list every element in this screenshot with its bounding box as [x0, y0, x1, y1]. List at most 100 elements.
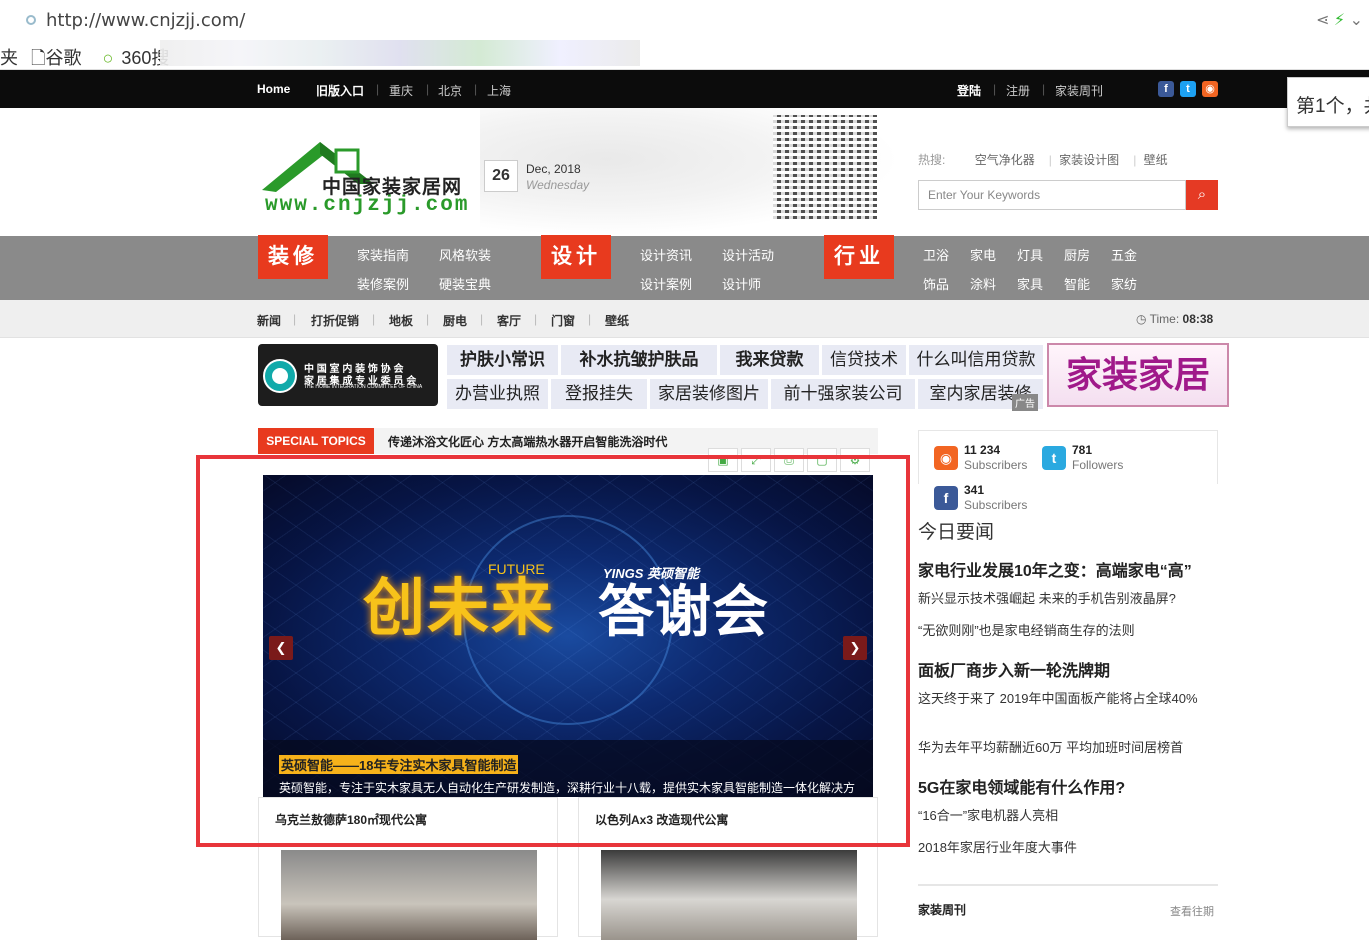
nav-link[interactable]: 涂料	[970, 274, 996, 293]
subnav-link[interactable]: 新闻	[257, 312, 281, 329]
ad-link[interactable]: 什么叫信用贷款	[908, 344, 1044, 376]
address-bar[interactable]: http://www.cnjzjj.com/	[46, 10, 245, 31]
date-weekday: Wednesday	[526, 178, 590, 192]
rss-icon[interactable]: ◉	[934, 446, 958, 470]
news-item[interactable]: “无欲则刚”也是家电经销商生存的法则	[918, 622, 1208, 639]
nav-link[interactable]: 设计案例	[640, 274, 692, 293]
chevron-down-icon[interactable]: ⌄	[1350, 12, 1363, 29]
nav-link[interactable]: 家装指南	[357, 245, 409, 264]
nav-link[interactable]: 设计活动	[722, 245, 774, 264]
register-link[interactable]: 注册	[1006, 82, 1030, 99]
subnav-link[interactable]: 厨电	[443, 312, 467, 329]
news-item[interactable]: 华为去年平均薪酬近60万 平均加班时间居榜首	[918, 739, 1208, 756]
special-topics-headline[interactable]: 传递沐浴文化匠心 方太高端热水器开启智能洗浴时代	[388, 433, 667, 450]
rss-icon[interactable]: ◉	[1202, 81, 1218, 97]
ad-link[interactable]: 护肤小常识	[446, 344, 559, 376]
ad-link[interactable]: 信贷技术	[821, 344, 907, 376]
news-headline[interactable]: 5G在家电领域能有什么作用?	[918, 774, 1125, 798]
card-thumbnail[interactable]	[281, 850, 537, 940]
ad-link[interactable]: 补水抗皱护肤品	[560, 344, 718, 376]
jiaju-banner[interactable]: 家装家居	[1047, 343, 1229, 407]
nav-link[interactable]: 设计资讯	[640, 245, 692, 264]
bookmark-item[interactable]: 夹	[0, 48, 18, 68]
nav-link[interactable]: 设计师	[722, 274, 761, 293]
nav-link[interactable]: 灯具	[1017, 245, 1043, 264]
nav-tag-design[interactable]: 设计	[541, 235, 611, 279]
news-item[interactable]: 这天终于来了 2019年中国面板产能将占全球40%	[918, 690, 1208, 707]
site-info-icon[interactable]	[26, 15, 36, 25]
subnav-link[interactable]: 地板	[389, 312, 413, 329]
today-news-title: 今日要闻	[918, 522, 995, 543]
logo-url[interactable]: www.cnjzjj.com	[265, 194, 469, 217]
twitter-icon[interactable]: t	[1180, 81, 1196, 97]
nav-tag-decoration[interactable]: 装修	[258, 235, 328, 279]
association-banner[interactable]: 中 国 室 内 装 饰 协 会 家 居 集 成 专 业 委 员 会 THE HO…	[258, 344, 438, 406]
blurred-bookmarks	[160, 40, 640, 66]
bookmark-item[interactable]: 🗋谷歌	[31, 48, 89, 68]
ad-link[interactable]: 登报挂失	[550, 378, 648, 410]
search-button[interactable]: ⌕	[1186, 180, 1218, 210]
news-item[interactable]: 2018年家居行业年度大事件	[918, 839, 1208, 856]
nav-link[interactable]: 五金	[1111, 245, 1137, 264]
weekly-title: 家装周刊	[918, 903, 967, 917]
ad-link[interactable]: 我来贷款	[719, 344, 820, 376]
ad-link[interactable]: 前十强家装公司	[770, 378, 916, 410]
weekly-more-link[interactable]: 查看往期	[1170, 903, 1214, 919]
nav-link[interactable]: 家纺	[1111, 274, 1137, 293]
subnav-link[interactable]: 壁纸	[605, 312, 629, 329]
lightning-icon[interactable]: ⚡	[1334, 12, 1345, 29]
nav-shanghai[interactable]: 上海	[487, 82, 511, 99]
nav-home[interactable]: Home	[257, 82, 290, 96]
share-icon[interactable]: ⋖	[1316, 12, 1329, 29]
search-icon: ⌕	[1197, 186, 1207, 203]
nav-beijing[interactable]: 北京	[438, 82, 462, 99]
facebook-icon[interactable]: f	[1158, 81, 1174, 97]
subnav-link[interactable]: 门窗	[551, 312, 575, 329]
clock-icon: ◷	[1136, 312, 1147, 326]
special-topics-label: SPECIAL TOPICS	[258, 428, 374, 454]
nav-link[interactable]: 家电	[970, 245, 996, 264]
ad-label: 广告	[1012, 394, 1038, 411]
toolbar-icons: ⋖ ⚡ ⌄	[1316, 10, 1363, 30]
subnav-link[interactable]: 客厅	[497, 312, 521, 329]
nav-link[interactable]: 家具	[1017, 274, 1043, 293]
news-headline[interactable]: 家电行业发展10年之变：高端家电“高”	[918, 557, 1192, 581]
highlight-annotation-box	[196, 455, 910, 847]
find-popup: 第1个，共	[1287, 77, 1369, 127]
facebook-icon[interactable]: f	[934, 486, 958, 510]
date-month-year: Dec, 2018	[526, 162, 581, 176]
hot-term[interactable]: 壁纸	[1144, 153, 1168, 167]
card-thumbnail[interactable]	[601, 850, 857, 940]
search-input[interactable]: Enter Your Keywords	[918, 180, 1186, 210]
association-logo-icon	[263, 359, 297, 393]
ad-link[interactable]: 办营业执照	[446, 378, 549, 410]
subnav-link[interactable]: 打折促销	[311, 312, 359, 329]
weekly-link[interactable]: 家装周刊	[1055, 82, 1103, 99]
nav-chongqing[interactable]: 重庆	[389, 82, 413, 99]
ad-link[interactable]: 家居装修图片	[649, 378, 769, 410]
nav-link[interactable]: 厨房	[1064, 245, 1090, 264]
nav-tag-industry[interactable]: 行业	[824, 235, 894, 279]
date-day: 26	[484, 160, 518, 192]
nav-link[interactable]: 风格软装	[439, 245, 491, 264]
qr-code	[773, 115, 877, 219]
divider	[918, 884, 1218, 886]
hot-term[interactable]: 家装设计图	[1059, 153, 1119, 167]
nav-link[interactable]: 卫浴	[923, 245, 949, 264]
time-display: ◷ Time: 08:38	[1136, 312, 1214, 326]
nav-old-version[interactable]: 旧版入口	[316, 82, 364, 99]
browser-chrome: http://www.cnjzjj.com/ 夹 🗋谷歌 ○ 360搜 ⋖ ⚡ ⌄	[0, 0, 1369, 70]
twitter-icon[interactable]: t	[1042, 446, 1066, 470]
news-item[interactable]: 新兴显示技术强崛起 未来的手机告别液晶屏?	[918, 590, 1208, 607]
hot-term[interactable]: 空气净化器	[975, 153, 1035, 167]
nav-link[interactable]: 智能	[1064, 274, 1090, 293]
hot-search: 热搜: 空气净化器 | 家装设计图 | 壁纸	[918, 153, 1168, 167]
news-item[interactable]: “16合一”家电机器人亮相	[918, 807, 1208, 824]
hot-search-label: 热搜:	[918, 153, 946, 167]
nav-link[interactable]: 硬装宝典	[439, 274, 491, 293]
social-subscribers	[918, 430, 1218, 484]
nav-link[interactable]: 装修案例	[357, 274, 409, 293]
login-link[interactable]: 登陆	[957, 82, 981, 99]
nav-link[interactable]: 饰品	[923, 274, 949, 293]
news-headline[interactable]: 面板厂商步入新一轮洗牌期	[918, 657, 1110, 681]
